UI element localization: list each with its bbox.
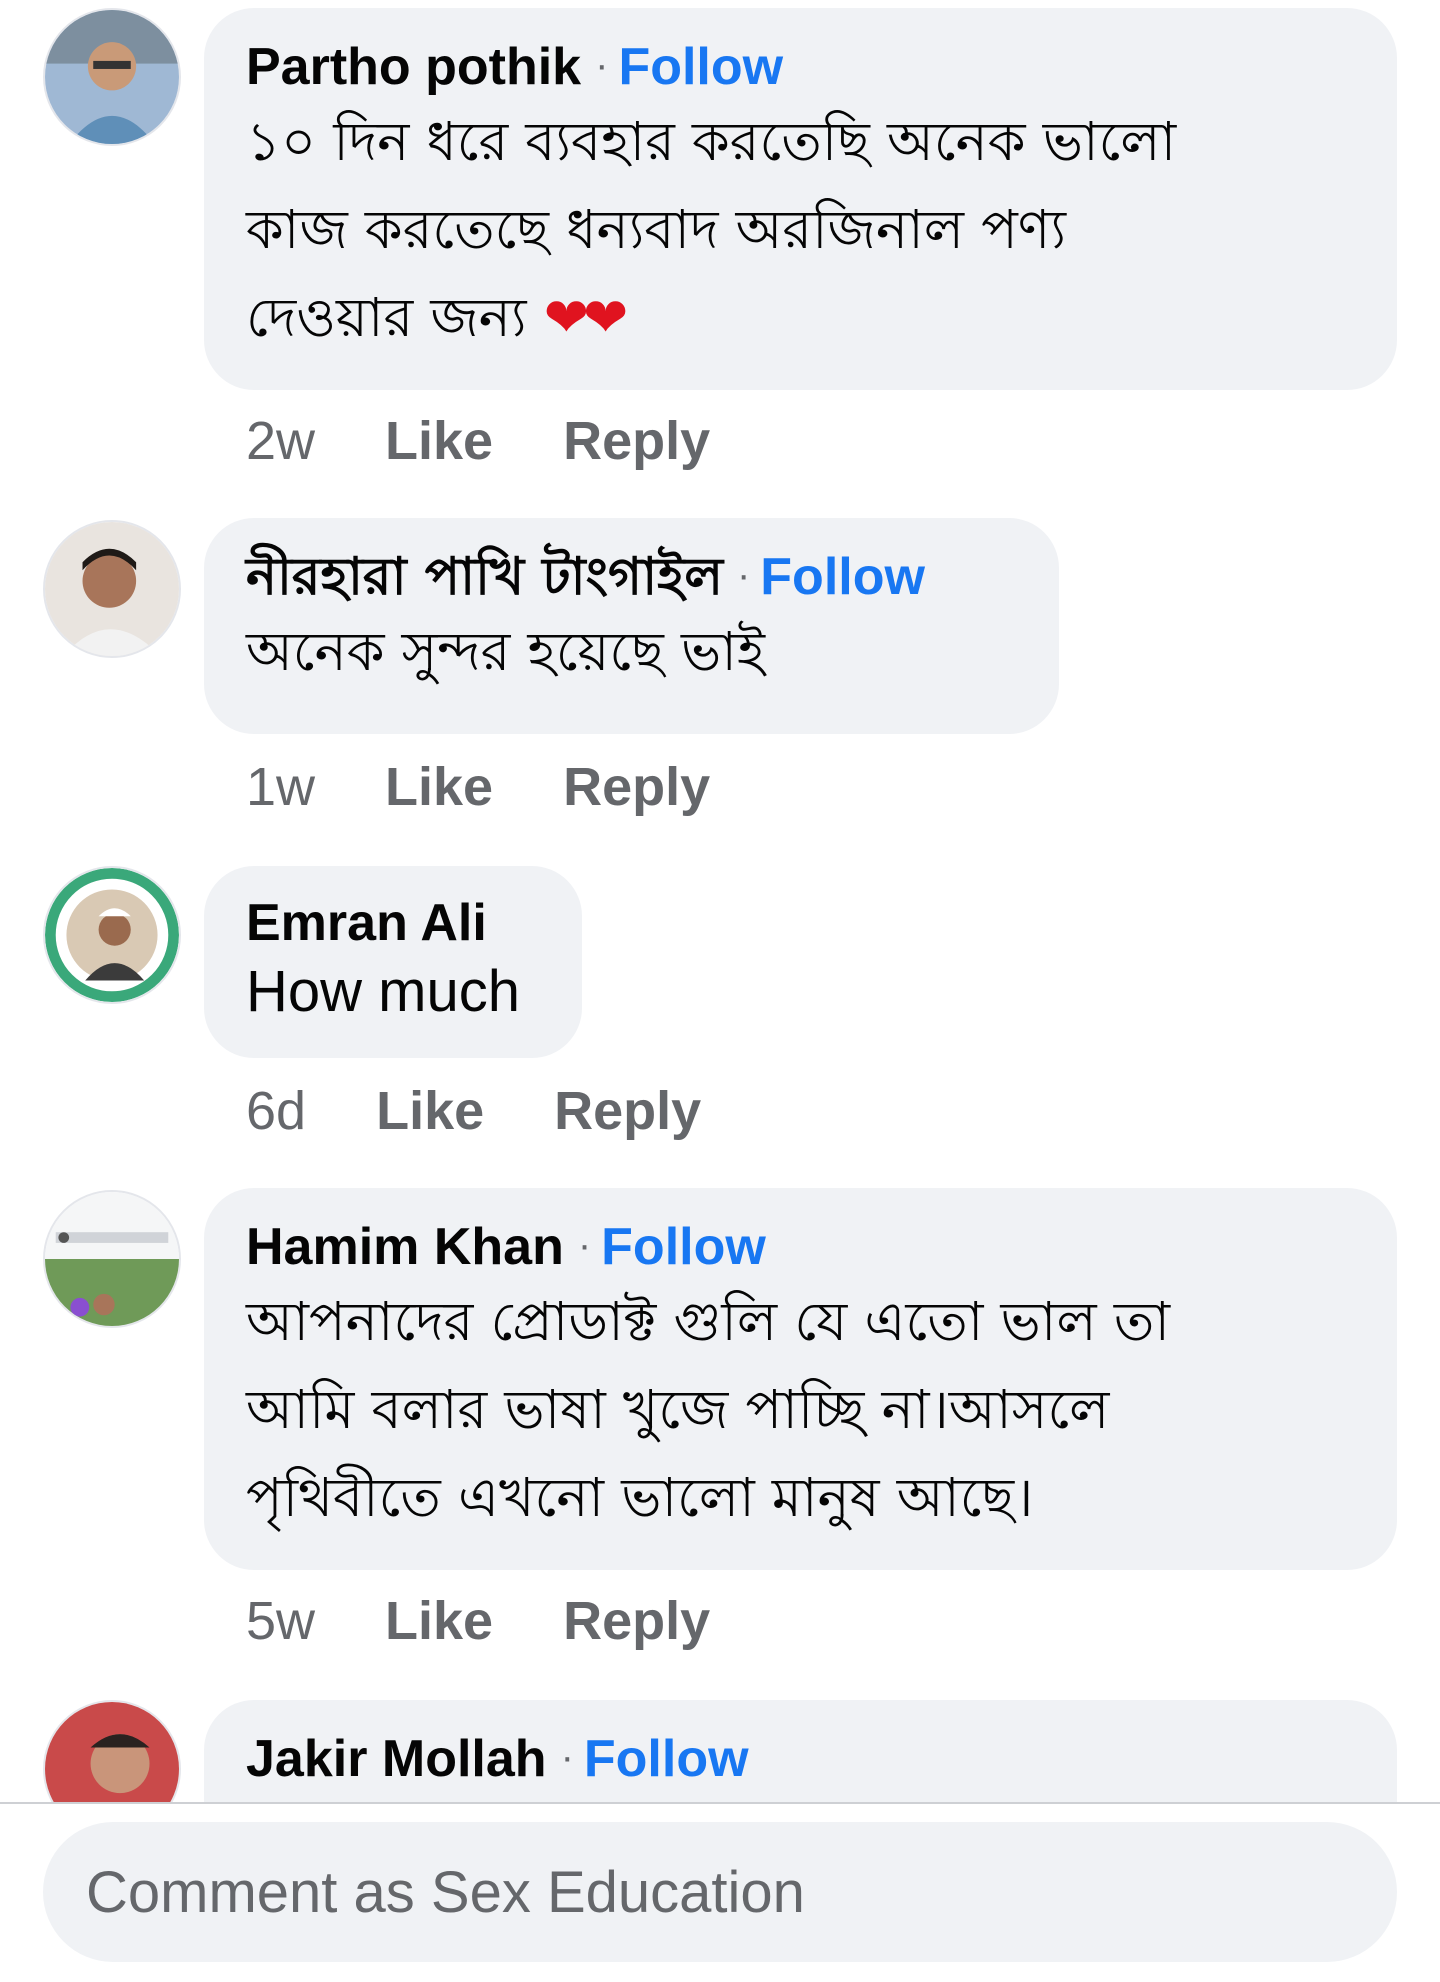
comment-text: How much bbox=[246, 954, 540, 1030]
comment-text: ১০ দিন ধরে ব্যবহার করতেছি অনেক ভালো কাজ … bbox=[246, 98, 1355, 362]
avatar-photo-icon bbox=[45, 868, 179, 1002]
commenter-name[interactable]: নীরহারা পাখি টাংগাইল bbox=[246, 547, 723, 607]
avatar[interactable] bbox=[43, 866, 181, 1004]
comment-line-text: দেওয়ার জন্য bbox=[246, 286, 527, 349]
commenter-name[interactable]: Hamim Khan bbox=[246, 1218, 564, 1276]
comment-text: অনেক সুন্দর হয়েছে ভাই bbox=[246, 608, 1017, 696]
comment-line: আপনাদের প্রোডাক্ট গুলি যে এতো ভাল তা bbox=[246, 1290, 1171, 1353]
comment-line: দেওয়ার জন্য ❤❤ bbox=[246, 274, 1355, 362]
avatar[interactable] bbox=[43, 520, 181, 658]
reply-button[interactable]: Reply bbox=[563, 410, 710, 472]
comment-actions: 2w Like Reply bbox=[246, 410, 780, 472]
comment-actions: 1w Like Reply bbox=[246, 756, 780, 818]
commenter-name[interactable]: Jakir Mollah bbox=[246, 1730, 547, 1788]
like-button[interactable]: Like bbox=[385, 756, 493, 818]
follow-button[interactable]: Follow bbox=[618, 38, 783, 96]
comment-text: আপনাদের প্রোডাক্ট গুলি যে এতো ভাল তা আমি… bbox=[246, 1278, 1355, 1542]
commenter-name[interactable]: Emran Ali bbox=[246, 894, 487, 952]
comment-line: How much bbox=[246, 959, 520, 1024]
comment-line: ১০ দিন ধরে ব্যবহার করতেছি অনেক ভালো bbox=[246, 110, 1177, 173]
avatar[interactable] bbox=[43, 8, 181, 146]
comment-bubble: Hamim Khan · Follow আপনাদের প্রোডাক্ট গুলি… bbox=[204, 1188, 1397, 1570]
heart-emoji: ❤❤ bbox=[543, 286, 628, 349]
follow-button[interactable]: Follow bbox=[760, 548, 925, 606]
comment-input-placeholder: Comment as Sex Education bbox=[86, 1859, 805, 1925]
comments-list: Partho pothik · Follow ১০ দিন ধরে ব্যবহার … bbox=[0, 0, 1440, 1802]
composer-divider bbox=[0, 1802, 1440, 1804]
like-button[interactable]: Like bbox=[376, 1080, 484, 1142]
comment-time[interactable]: 1w bbox=[246, 756, 315, 818]
avatar[interactable] bbox=[43, 1190, 181, 1328]
separator-dot: · bbox=[577, 1223, 592, 1267]
avatar-photo-icon bbox=[45, 1702, 179, 1802]
comment-actions: 6d Like Reply bbox=[246, 1080, 771, 1142]
like-button[interactable]: Like bbox=[385, 1590, 493, 1652]
comment-line: পৃথিবীতে এখনো ভালো মানুষ আছে। bbox=[246, 1466, 1034, 1529]
avatar-photo-icon bbox=[45, 1192, 179, 1326]
comment-time[interactable]: 6d bbox=[246, 1080, 306, 1142]
avatar-photo-icon bbox=[45, 522, 179, 656]
avatar[interactable] bbox=[43, 1700, 181, 1802]
like-button[interactable]: Like bbox=[385, 410, 493, 472]
reply-button[interactable]: Reply bbox=[563, 756, 710, 818]
comment-time[interactable]: 5w bbox=[246, 1590, 315, 1652]
comment-line-text: কাজ করতেছে ধন্যবাদ অরজিনাল পণ্য bbox=[246, 198, 1067, 261]
comment-line: অনেক সুন্দর হয়েছে ভাই bbox=[246, 620, 765, 683]
comment-bubble: Jakir Mollah · Follow bbox=[204, 1700, 1397, 1802]
comment-actions: 5w Like Reply bbox=[246, 1590, 780, 1652]
comment-bubble: Partho pothik · Follow ১০ দিন ধরে ব্যবহার … bbox=[204, 8, 1397, 390]
comment-bubble: নীরহারা পাখি টাংগাইল · Follow অনেক সুন্দর … bbox=[204, 518, 1059, 734]
follow-button[interactable]: Follow bbox=[584, 1730, 749, 1788]
follow-button[interactable]: Follow bbox=[601, 1218, 766, 1276]
separator-dot: · bbox=[560, 1735, 574, 1779]
commenter-name[interactable]: Partho pothik bbox=[246, 38, 581, 96]
separator-dot: · bbox=[595, 43, 609, 87]
comment-line: কাজ করতেছে ধন্যবাদ অরজিনাল পণ্য bbox=[246, 186, 1355, 274]
avatar-photo-icon bbox=[45, 10, 179, 144]
comment-time[interactable]: 2w bbox=[246, 410, 315, 472]
separator-dot: · bbox=[736, 553, 751, 597]
comment-line: আমি বলার ভাষা খুজে পাচ্ছি না।আসলে bbox=[246, 1378, 1110, 1441]
comment-input[interactable]: Comment as Sex Education bbox=[43, 1822, 1397, 1962]
reply-button[interactable]: Reply bbox=[554, 1080, 701, 1142]
comment-bubble: Emran Ali How much bbox=[204, 866, 582, 1058]
reply-button[interactable]: Reply bbox=[563, 1590, 710, 1652]
